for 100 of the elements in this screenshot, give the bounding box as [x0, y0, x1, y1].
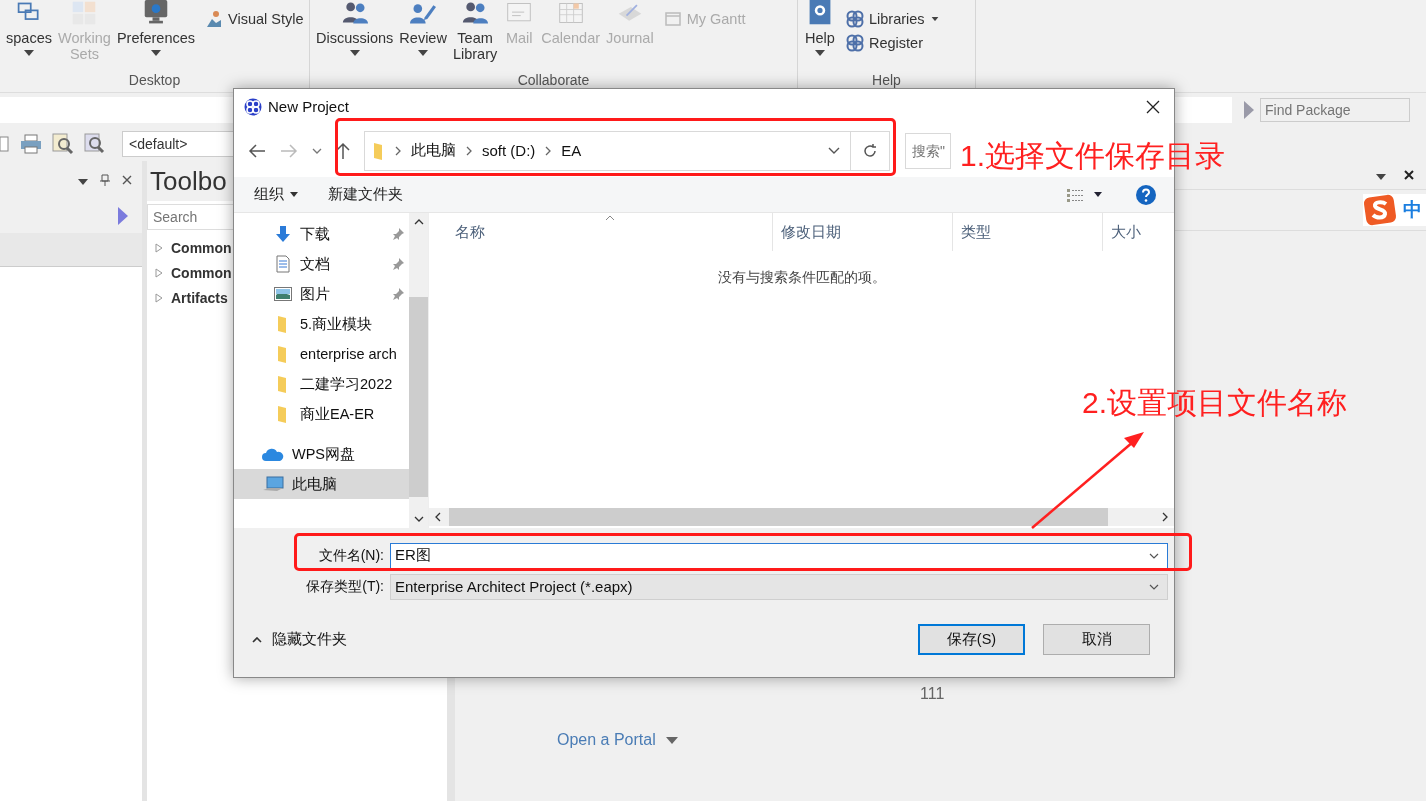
- up-arrow-icon[interactable]: [336, 141, 350, 160]
- close-icon[interactable]: [122, 174, 132, 185]
- chevron-right-icon[interactable]: [466, 145, 472, 156]
- hide-folders-toggle[interactable]: 隐藏文件夹: [246, 629, 353, 650]
- ribbon-button[interactable]: Register: [846, 34, 940, 52]
- zoom-page-icon[interactable]: [52, 132, 74, 155]
- organize-menu[interactable]: 组织: [250, 185, 302, 204]
- find-package-field[interactable]: Find Package: [1260, 97, 1410, 122]
- nav-item[interactable]: 下载: [234, 219, 409, 249]
- back-arrow-icon[interactable]: [248, 143, 266, 158]
- nav-item[interactable]: 图片: [234, 279, 409, 309]
- dropdown-caret-icon: [150, 50, 161, 56]
- zoom-page-icon[interactable]: [84, 132, 106, 155]
- dropdown-caret-icon: [931, 16, 939, 22]
- dropdown-caret-icon: [349, 50, 360, 56]
- empty-message: 没有与搜索条件匹配的项。: [717, 269, 886, 287]
- sogou-s-icon[interactable]: [1363, 194, 1397, 226]
- cloud-icon: [262, 447, 284, 461]
- dropdown-caret-icon[interactable]: [1094, 192, 1102, 197]
- chevron-down-icon[interactable]: [312, 147, 322, 154]
- chevron-right-icon[interactable]: [395, 145, 401, 156]
- search-field[interactable]: 搜索": [905, 132, 951, 169]
- count-text: 111: [920, 685, 946, 703]
- scrollbar[interactable]: [409, 213, 428, 528]
- dialog-title: New Project: [268, 98, 349, 115]
- nav-item[interactable]: enterprise arch: [234, 339, 409, 369]
- pin-icon[interactable]: [100, 173, 110, 186]
- chevron-right-icon[interactable]: [545, 145, 552, 156]
- close-icon[interactable]: [1404, 170, 1414, 180]
- window-icon: [663, 10, 682, 28]
- down-arrow-icon: [274, 225, 292, 243]
- sort-caret-icon: [605, 215, 615, 221]
- knot-icon: [846, 10, 864, 28]
- view-list-icon[interactable]: [1066, 187, 1084, 202]
- chevron-down-icon[interactable]: [1149, 552, 1159, 559]
- column-header[interactable]: 大小: [1103, 213, 1174, 251]
- group-label: Collaborate: [516, 72, 591, 90]
- dropdown-caret-icon: [78, 178, 88, 185]
- ribbon-button[interactable]: Visual Style: [205, 10, 304, 28]
- document-icon: [274, 255, 292, 273]
- ribbon-button[interactable]: Discussions: [314, 0, 396, 72]
- address-bar[interactable]: 此电脑 soft (D:) EA: [364, 130, 890, 171]
- close-icon[interactable]: [1146, 99, 1160, 114]
- picture-icon: [274, 286, 292, 302]
- nav-item[interactable]: 商业EA-ER: [234, 399, 409, 429]
- folder-icon: [373, 141, 385, 160]
- chevron-down-icon[interactable]: [828, 147, 840, 154]
- knot-icon: [846, 34, 864, 52]
- breadcrumb-item[interactable]: 此电脑: [411, 141, 456, 160]
- new-folder-button[interactable]: 新建文件夹: [324, 185, 407, 204]
- folder-icon: [277, 345, 289, 363]
- column-header[interactable]: 类型: [953, 213, 1103, 251]
- scrollbar[interactable]: [429, 508, 1174, 526]
- chevron-down-icon[interactable]: [1149, 583, 1159, 590]
- ribbon-button[interactable]: spaces: [4, 0, 54, 72]
- file-name-field[interactable]: ER图: [390, 542, 1168, 569]
- nav-item[interactable]: 文档: [234, 249, 409, 279]
- person-icon: [205, 10, 224, 28]
- column-header[interactable]: 名称: [429, 213, 773, 251]
- refresh-icon: [862, 142, 878, 159]
- scroll-right-icon[interactable]: [1162, 512, 1168, 522]
- scroll-down-icon[interactable]: [413, 516, 424, 522]
- group-label: Help: [871, 72, 902, 90]
- field-label: 文件名(N):: [317, 546, 385, 565]
- annotation-text: 2.设置项目文件名称: [1082, 385, 1348, 421]
- breadcrumb-item[interactable]: soft (D:): [482, 142, 536, 159]
- toolbox-category[interactable]: Common: [171, 239, 232, 256]
- dropdown-caret-icon: [815, 50, 825, 56]
- help-icon[interactable]: [1136, 184, 1156, 205]
- folder-icon: [277, 405, 289, 423]
- dialog-button[interactable]: 取消: [1043, 624, 1150, 655]
- folder-icon: [277, 375, 289, 393]
- group-label: Desktop: [127, 72, 182, 90]
- portal-link[interactable]: Open a Portal: [557, 731, 656, 749]
- dialog-button[interactable]: 保存(S): [918, 624, 1025, 655]
- folder-icon: [277, 315, 289, 333]
- app-logo-icon: [244, 97, 262, 116]
- ribbon-button[interactable]: Help: [802, 0, 838, 72]
- scroll-left-icon[interactable]: [435, 512, 441, 522]
- breadcrumb-item[interactable]: EA: [561, 142, 582, 159]
- ribbon-button[interactable]: Libraries: [846, 10, 940, 28]
- scroll-up-icon[interactable]: [413, 219, 424, 225]
- chevron-up-icon: [252, 636, 262, 643]
- dropdown-caret-icon: [418, 50, 429, 56]
- dropdown-caret-icon: [290, 192, 298, 197]
- ribbon-button[interactable]: Preferences: [114, 0, 198, 72]
- ribbon-button[interactable]: Team Library: [450, 0, 500, 72]
- column-header[interactable]: 修改日期: [773, 213, 953, 251]
- nav-item[interactable]: 二建学习2022: [234, 369, 409, 399]
- printer-icon[interactable]: [20, 133, 42, 154]
- nav-item[interactable]: 此电脑: [234, 469, 409, 499]
- field-label: 保存类型(T):: [305, 577, 385, 596]
- computer-icon: [262, 476, 284, 492]
- nav-item[interactable]: 5.商业模块: [234, 309, 409, 339]
- play-arrow-icon[interactable]: [118, 206, 128, 225]
- ribbon-button[interactable]: Review: [397, 0, 449, 72]
- file-type-select[interactable]: Enterprise Architect Project (*.eapx): [390, 573, 1168, 600]
- nav-item[interactable]: WPS网盘: [234, 439, 409, 469]
- toolbox-category[interactable]: Common: [171, 264, 232, 281]
- toolbox-category[interactable]: Artifacts: [171, 289, 228, 306]
